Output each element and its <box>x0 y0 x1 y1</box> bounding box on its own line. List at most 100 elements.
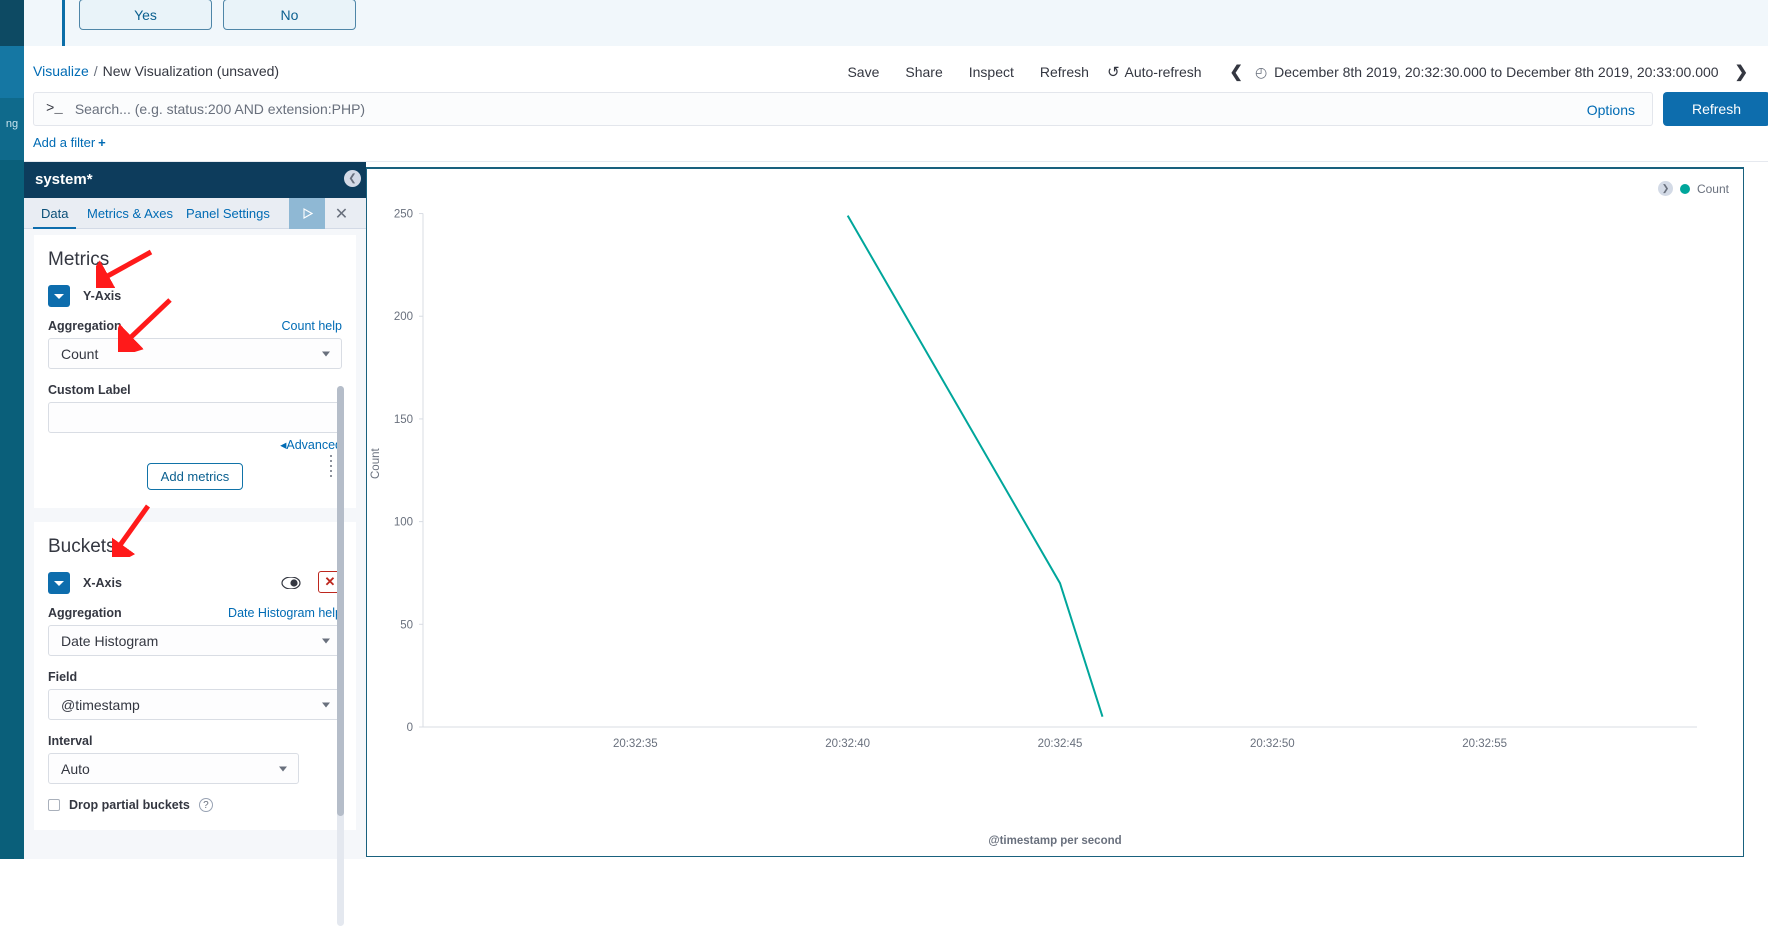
rail-segment-active[interactable] <box>0 46 24 98</box>
chevron-down-icon <box>322 702 330 707</box>
chevron-left-icon[interactable]: ❮ <box>1218 62 1255 82</box>
custom-label-input[interactable] <box>48 402 342 433</box>
date-range-picker[interactable]: ◴ December 8th 2019, 20:32:30.000 to Dec… <box>1255 64 1723 81</box>
refresh-button[interactable]: Refresh <box>1027 64 1107 80</box>
chevron-right-icon[interactable]: ❯ <box>1723 62 1760 82</box>
apply-changes-button[interactable] <box>289 198 325 229</box>
top-nav-row: Visualize / New Visualization (unsaved) Sa… <box>24 50 1768 92</box>
console-prompt-icon: >_ <box>46 101 63 117</box>
rail-label: ng <box>5 118 19 130</box>
panel-resize-handle[interactable] <box>325 452 337 480</box>
auto-refresh-label: Auto-refresh <box>1124 64 1202 80</box>
date-range-label: December 8th 2019, 20:32:30.000 to Decem… <box>1274 64 1719 80</box>
y-axis-tick: 0 <box>407 722 413 734</box>
editor-header: system* <box>24 162 366 198</box>
x-axis-tick: 20:32:50 <box>1250 738 1295 750</box>
chart-panel: ❯ Count Count @timestamp per second 0 50 1… <box>366 167 1744 857</box>
breadcrumb-separator: / <box>93 63 98 79</box>
x-axis-group: 20:32:35 20:32:40 20:32:45 20:32:50 20:32:55 <box>423 726 1697 750</box>
editor-scrollbar-thumb[interactable] <box>337 386 344 816</box>
buckets-section-title: Buckets <box>48 536 116 557</box>
query-bar: >_ Search... (e.g. status:200 AND extens… <box>33 92 1768 126</box>
chevron-down-icon <box>54 293 64 299</box>
yes-button[interactable]: Yes <box>79 0 212 30</box>
x-axis-visibility-toggle[interactable] <box>280 573 302 593</box>
metric-aggregation-label-row: Aggregation Count help <box>48 319 342 333</box>
y-axis-row: Y-Axis <box>48 285 342 307</box>
interval-select[interactable]: Auto <box>48 753 299 784</box>
editor-tabs: Data Metrics & Axes Panel Settings ✕ <box>24 198 366 229</box>
add-metrics-wrap: Add metrics <box>48 463 342 490</box>
refresh-icon: ↻ <box>1106 64 1120 81</box>
custom-label-label: Custom Label <box>48 383 131 397</box>
y-axis-tick: 200 <box>394 311 413 323</box>
x-axis-tick: 20:32:40 <box>825 738 870 750</box>
visualization-editor-panel: system* Data Metrics & Axes Panel Settin… <box>24 162 366 926</box>
drop-partial-buckets-row: Drop partial buckets ? <box>48 798 342 812</box>
submit-refresh-button[interactable]: Refresh <box>1663 92 1768 126</box>
x-axis-tick: 20:32:55 <box>1462 738 1507 750</box>
x-axis-collapse-button[interactable] <box>48 572 70 594</box>
advanced-toggle[interactable]: ◂Advanced <box>48 437 342 452</box>
x-axis-label: X-Axis <box>83 576 122 590</box>
bucket-aggregation-label-row: Aggregation Date Histogram help <box>48 606 342 620</box>
field-select[interactable]: @timestamp <box>48 689 342 720</box>
eye-toggle-icon <box>281 577 301 589</box>
close-editor-button[interactable]: ✕ <box>325 198 358 229</box>
top-actions: Save Share Inspect Refresh ↻ Auto-refres… <box>834 62 1760 82</box>
x-axis-tick: 20:32:35 <box>613 738 658 750</box>
inspect-button[interactable]: Inspect <box>956 64 1027 80</box>
rail-segment-top <box>0 0 24 46</box>
plus-icon: + <box>98 135 106 150</box>
drop-partial-buckets-label: Drop partial buckets <box>69 798 190 812</box>
auto-refresh-button[interactable]: ↻ Auto-refresh <box>1107 63 1218 81</box>
editor-scroll-area: Metrics Y-Axis Aggregation Count help Co… <box>24 229 366 859</box>
metrics-section: Metrics Y-Axis Aggregation Count help Co… <box>34 235 356 508</box>
save-button[interactable]: Save <box>834 64 892 80</box>
add-filter-label: Add a filter <box>33 135 96 150</box>
tab-metrics-axes[interactable]: Metrics & Axes <box>79 198 181 229</box>
y-axis-tick: 100 <box>394 517 413 529</box>
metric-aggregation-value: Count <box>61 345 99 362</box>
share-button[interactable]: Share <box>892 64 955 80</box>
y-axis-tick: 50 <box>400 619 413 631</box>
search-placeholder: Search... (e.g. status:200 AND extension… <box>74 101 366 117</box>
add-metrics-button[interactable]: Add metrics <box>146 463 244 490</box>
chevron-down-icon <box>322 638 330 643</box>
breadcrumb-visualize-link[interactable]: Visualize <box>33 63 89 79</box>
index-pattern-title: system* <box>35 171 93 188</box>
bucket-aggregation-select[interactable]: Date Histogram <box>48 625 342 656</box>
filter-row: Add a filter + <box>24 126 1768 162</box>
breadcrumb-current: New Visualization (unsaved) <box>102 63 280 79</box>
search-input[interactable]: >_ Search... (e.g. status:200 AND extens… <box>33 92 1653 126</box>
aggregation-label: Aggregation <box>48 319 122 333</box>
chevron-down-icon <box>322 351 330 356</box>
question-mark-icon[interactable]: ? <box>198 798 213 812</box>
y-axis-label: Y-Axis <box>83 289 122 303</box>
y-axis-group: 0 50 100 150 200 250 <box>394 209 424 734</box>
metric-aggregation-select[interactable]: Count <box>48 338 342 369</box>
interval-label: Interval <box>48 734 93 748</box>
collapse-editor-panel-button[interactable]: ❮ <box>344 170 361 187</box>
rail-segment-lower <box>0 160 24 859</box>
advanced-label: Advanced <box>286 438 342 452</box>
x-axis-row: X-Axis ✕ <box>48 571 342 594</box>
series-line-count[interactable] <box>846 215 1104 718</box>
metrics-section-title: Metrics <box>48 249 110 270</box>
buckets-section: Buckets X-Axis ✕ Aggregation Date Histog… <box>34 522 356 830</box>
field-value: @timestamp <box>61 696 140 713</box>
y-axis-collapse-button[interactable] <box>48 285 70 307</box>
count-help-link[interactable]: Count help <box>282 319 342 333</box>
left-nav-rail: ng <box>0 0 24 859</box>
notification-buttons: Yes No <box>79 0 356 30</box>
no-button[interactable]: No <box>223 0 356 30</box>
interval-label-row: Interval <box>48 734 342 748</box>
tab-panel-settings[interactable]: Panel Settings <box>178 198 278 229</box>
chevron-down-icon <box>54 580 64 586</box>
date-histogram-help-link[interactable]: Date Histogram help <box>228 606 342 620</box>
query-options-button[interactable]: Options <box>1587 102 1635 118</box>
add-filter-button[interactable]: Add a filter + <box>33 135 106 150</box>
drop-partial-buckets-checkbox[interactable] <box>48 799 60 811</box>
tab-data[interactable]: Data <box>33 198 77 229</box>
chart-svg[interactable]: 0 50 100 150 200 250 20:32:35 20:32:40 20:32:45… <box>367 169 1745 859</box>
